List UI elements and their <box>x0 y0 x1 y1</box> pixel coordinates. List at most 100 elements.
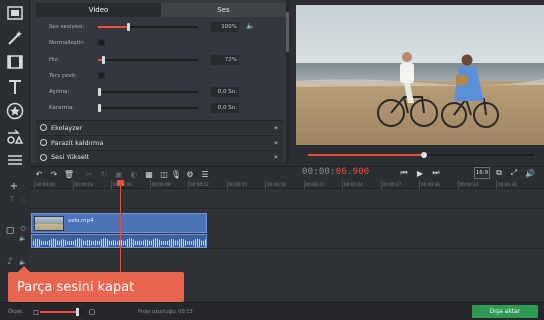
boost-audio-section[interactable]: Sesi Yükselt » <box>36 150 284 163</box>
tab-video[interactable]: Video <box>36 3 161 17</box>
video-clip[interactable]: velo.mp4 <box>31 213 207 233</box>
speaker-icon[interactable]: 🔈 <box>246 22 255 30</box>
boost-audio-label: Sesi Yükselt <box>51 153 90 161</box>
play-icon[interactable]: ▶ <box>414 167 426 179</box>
panel-scrollbar[interactable] <box>286 0 289 163</box>
normalize-label: Normalleştir: <box>49 40 85 46</box>
equalizer-sliders-icon[interactable]: ☰ <box>199 168 211 180</box>
stickers-star-icon[interactable] <box>5 101 25 121</box>
text-track[interactable] <box>30 189 544 209</box>
split-clip-icon[interactable]: ◫ <box>158 168 170 180</box>
ruler-tick: 00:00:15 <box>226 180 248 189</box>
zoom-in-icon[interactable]: ▢ <box>86 306 98 318</box>
ruler-tick: 00:00:12 <box>188 180 209 189</box>
tool-sidebar <box>0 0 30 165</box>
ruler-tick: 00:00:36 <box>496 180 517 189</box>
fade-out-value[interactable]: 0,0 Sn. <box>211 103 239 113</box>
zoom-slider[interactable] <box>40 308 84 316</box>
cut-icon[interactable]: ✂ <box>83 168 95 180</box>
fade-out-slider[interactable] <box>98 104 198 112</box>
import-media-icon[interactable] <box>5 3 25 23</box>
timecode-display: 00:00:06.900 <box>302 167 369 177</box>
filmstrip-icon[interactable] <box>5 52 25 72</box>
noise-removal-label: Parazit kaldırma <box>51 138 104 147</box>
reverse-checkbox[interactable] <box>98 72 105 79</box>
magic-wand-icon[interactable] <box>5 28 25 48</box>
skip-back-icon[interactable]: ⏮ <box>398 167 410 179</box>
volume-label: Ses seviyesi: <box>49 24 85 30</box>
radio-circle-icon <box>40 124 47 131</box>
fade-out-label: Kararma: <box>49 105 75 111</box>
clip-thumbnail <box>34 216 64 231</box>
ruler-tick: 00:00:00 <box>34 180 55 189</box>
reverse-label: Ters çevir: <box>49 73 77 79</box>
fade-in-value[interactable]: 0,0 Sn. <box>211 87 239 97</box>
aspect-ratio-button[interactable]: 16:9 <box>474 167 490 179</box>
noise-removal-section[interactable]: Parazit kaldırma » <box>36 135 284 149</box>
normalize-row: Normalleştir: <box>36 37 276 49</box>
ruler-tick: 00:00:30 <box>419 180 440 189</box>
reverse-row: Ters çevir: <box>36 70 276 82</box>
clip-audio-waveform[interactable] <box>31 234 207 248</box>
equalizer-section[interactable]: Ekolayzer » <box>36 120 284 134</box>
mute-track-icon[interactable]: 🔈 <box>17 232 29 244</box>
fade-out-row: Kararma: 0,0 Sn. <box>36 102 276 114</box>
volume-slider[interactable] <box>98 23 198 31</box>
fade-in-label: Açılma: <box>49 89 70 95</box>
fullscreen-icon[interactable]: ⤢ <box>508 167 520 179</box>
mute-track-tooltip: Parça sesini kapat <box>8 266 184 302</box>
video-track-icon: ▢ <box>5 226 15 236</box>
properties-tabs: Video Ses <box>36 3 286 17</box>
volume-value[interactable]: 100% <box>211 22 239 32</box>
preview-frame-image <box>296 5 544 145</box>
crop-icon[interactable]: ▣ <box>113 168 125 180</box>
settings-gear-icon[interactable]: ⚙ <box>184 168 196 180</box>
timeline-toolbar: ↶ ↷ 🗑 ✂ ↻ ▣ ◐ ▦ ◫ 🎙 ⚙ ☰ <box>30 166 544 180</box>
speed-slider[interactable] <box>98 56 198 64</box>
ruler-tick: 00:00:18 <box>265 180 286 189</box>
clip-properties-panel: Video Ses Ses seviyesi: 100% 🔈 Normalleş… <box>30 0 288 163</box>
radio-circle-icon <box>40 153 47 161</box>
double-chevron-right-icon: » <box>273 123 278 132</box>
export-button[interactable]: Dışa aktar <box>472 305 538 318</box>
transitions-icon[interactable] <box>5 126 25 146</box>
redo-icon[interactable]: ↷ <box>48 168 60 180</box>
speed-value[interactable]: 72% <box>211 55 239 65</box>
clip-properties-icon[interactable]: ▦ <box>143 168 155 180</box>
skip-forward-icon[interactable]: ⏭ <box>430 167 442 179</box>
music-track-icon: ♪ <box>7 257 13 267</box>
undo-icon[interactable]: ↶ <box>33 168 45 180</box>
preview-seek-bar[interactable] <box>308 152 534 158</box>
speed-row: Hız: 72% <box>36 54 276 66</box>
normalize-checkbox[interactable] <box>98 39 105 46</box>
project-length: Proje uzunluğu: 00:13 <box>138 309 193 315</box>
fade-in-row: Açılma: 0,0 Sn. <box>36 86 276 98</box>
detach-preview-icon[interactable]: ⧉ <box>493 167 505 179</box>
menu-list-icon[interactable] <box>5 150 25 170</box>
microphone-icon[interactable]: 🎙 <box>170 168 182 180</box>
double-chevron-right-icon: » <box>273 138 278 147</box>
trash-icon[interactable]: 🗑 <box>63 168 75 180</box>
ruler-tick: 00:00:21 <box>303 180 325 189</box>
volume-row: Ses seviyesi: 100% 🔈 <box>36 21 276 33</box>
ruler-tick: 00:00:24 <box>342 180 363 189</box>
zoom-label: Ölçek: <box>8 309 24 315</box>
equalizer-label: Ekolayzer <box>51 123 83 132</box>
text-titles-icon[interactable] <box>5 77 25 97</box>
ruler-tick: 00:00:03 <box>72 180 94 189</box>
video-editor-window: Video Ses Ses seviyesi: 100% 🔈 Normalleş… <box>0 0 544 320</box>
timecode-active: 06.900 <box>335 167 370 177</box>
add-track-icon[interactable]: + <box>8 180 20 192</box>
rotate-icon[interactable]: ↻ <box>98 168 110 180</box>
ruler-tick: 00:00:33 <box>457 180 479 189</box>
fade-in-slider[interactable] <box>98 88 198 96</box>
radio-circle-icon <box>40 139 47 146</box>
clip-name: velo.mp4 <box>68 218 94 224</box>
status-bar: Ölçek: □ ▢ Proje uzunluğu: 00:13 Dışa ak… <box>0 302 544 320</box>
timeline-ruler[interactable]: 00:00:0000:00:0300:00:0600:00:0900:00:12… <box>30 180 544 189</box>
ruler-tick: 00:00:27 <box>380 180 402 189</box>
lock-icon[interactable]: ○ <box>17 194 29 206</box>
volume-icon[interactable]: 🔊 <box>524 167 536 179</box>
color-adjust-icon[interactable]: ◐ <box>128 168 140 180</box>
tab-audio[interactable]: Ses <box>161 3 286 17</box>
